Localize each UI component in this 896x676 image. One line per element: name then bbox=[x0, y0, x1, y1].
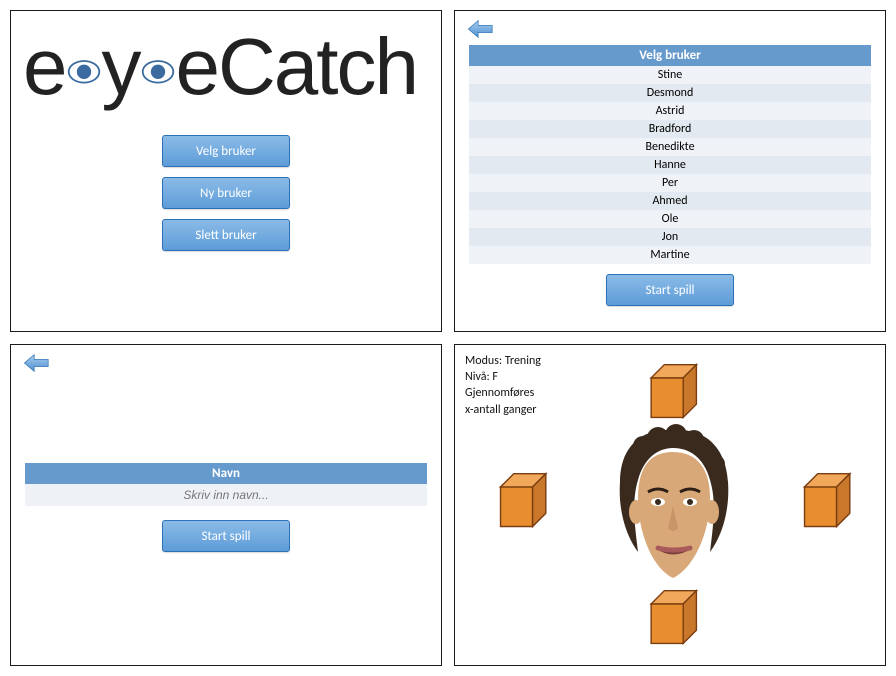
user-row[interactable]: Jon bbox=[469, 228, 871, 246]
cube-right[interactable] bbox=[797, 468, 863, 534]
panel-new-user: Navn Start spill bbox=[10, 344, 442, 666]
panel-main-menu: e y eCatch Velg bruker Ny bruker Slett b… bbox=[10, 10, 442, 332]
logo-text-mid: eCatch bbox=[176, 22, 417, 111]
new-user-button[interactable]: Ny bruker bbox=[162, 177, 290, 209]
start-game-button[interactable]: Start spill bbox=[606, 274, 734, 306]
face-image bbox=[598, 420, 748, 590]
back-arrow-icon[interactable] bbox=[467, 19, 495, 44]
user-row[interactable]: Bradford bbox=[469, 120, 871, 138]
logo-container: e y eCatch bbox=[11, 11, 441, 109]
user-row[interactable]: Astrid bbox=[469, 102, 871, 120]
user-rows: StineDesmondAstridBradfordBenedikteHanne… bbox=[469, 66, 871, 264]
user-row[interactable]: Stine bbox=[469, 66, 871, 84]
name-input[interactable] bbox=[25, 484, 427, 506]
user-row[interactable]: Ole bbox=[469, 210, 871, 228]
game-area bbox=[455, 345, 885, 665]
cube-bottom[interactable] bbox=[644, 585, 710, 651]
logo-text-mid-prefix: y bbox=[102, 22, 140, 111]
user-row[interactable]: Desmond bbox=[469, 84, 871, 102]
user-list: Velg bruker StineDesmondAstridBradfordBe… bbox=[469, 45, 871, 264]
cube-top[interactable] bbox=[644, 359, 710, 425]
name-header: Navn bbox=[25, 463, 427, 484]
user-row[interactable]: Per bbox=[469, 174, 871, 192]
user-row[interactable]: Ahmed bbox=[469, 192, 871, 210]
delete-user-button[interactable]: Slett bruker bbox=[162, 219, 290, 251]
eye-icon bbox=[66, 25, 102, 97]
back-arrow-icon[interactable] bbox=[23, 353, 51, 378]
start-game-button[interactable]: Start spill bbox=[162, 520, 290, 552]
app-logo: e y eCatch bbox=[23, 22, 417, 111]
user-row[interactable]: Benedikte bbox=[469, 138, 871, 156]
select-user-button[interactable]: Velg bruker bbox=[162, 135, 290, 167]
panel-select-user: Velg bruker StineDesmondAstridBradfordBe… bbox=[454, 10, 886, 332]
main-menu-buttons: Velg bruker Ny bruker Slett bruker bbox=[11, 135, 441, 251]
panel-game: Modus: Trening Nivå: F Gjennomføres x-an… bbox=[454, 344, 886, 666]
logo-text-pre: e bbox=[23, 22, 66, 111]
cube-left[interactable] bbox=[493, 468, 559, 534]
name-form: Navn bbox=[25, 463, 427, 506]
user-row[interactable]: Martine bbox=[469, 246, 871, 264]
eye-icon bbox=[140, 25, 176, 97]
user-row[interactable]: Hanne bbox=[469, 156, 871, 174]
user-list-header: Velg bruker bbox=[469, 45, 871, 66]
